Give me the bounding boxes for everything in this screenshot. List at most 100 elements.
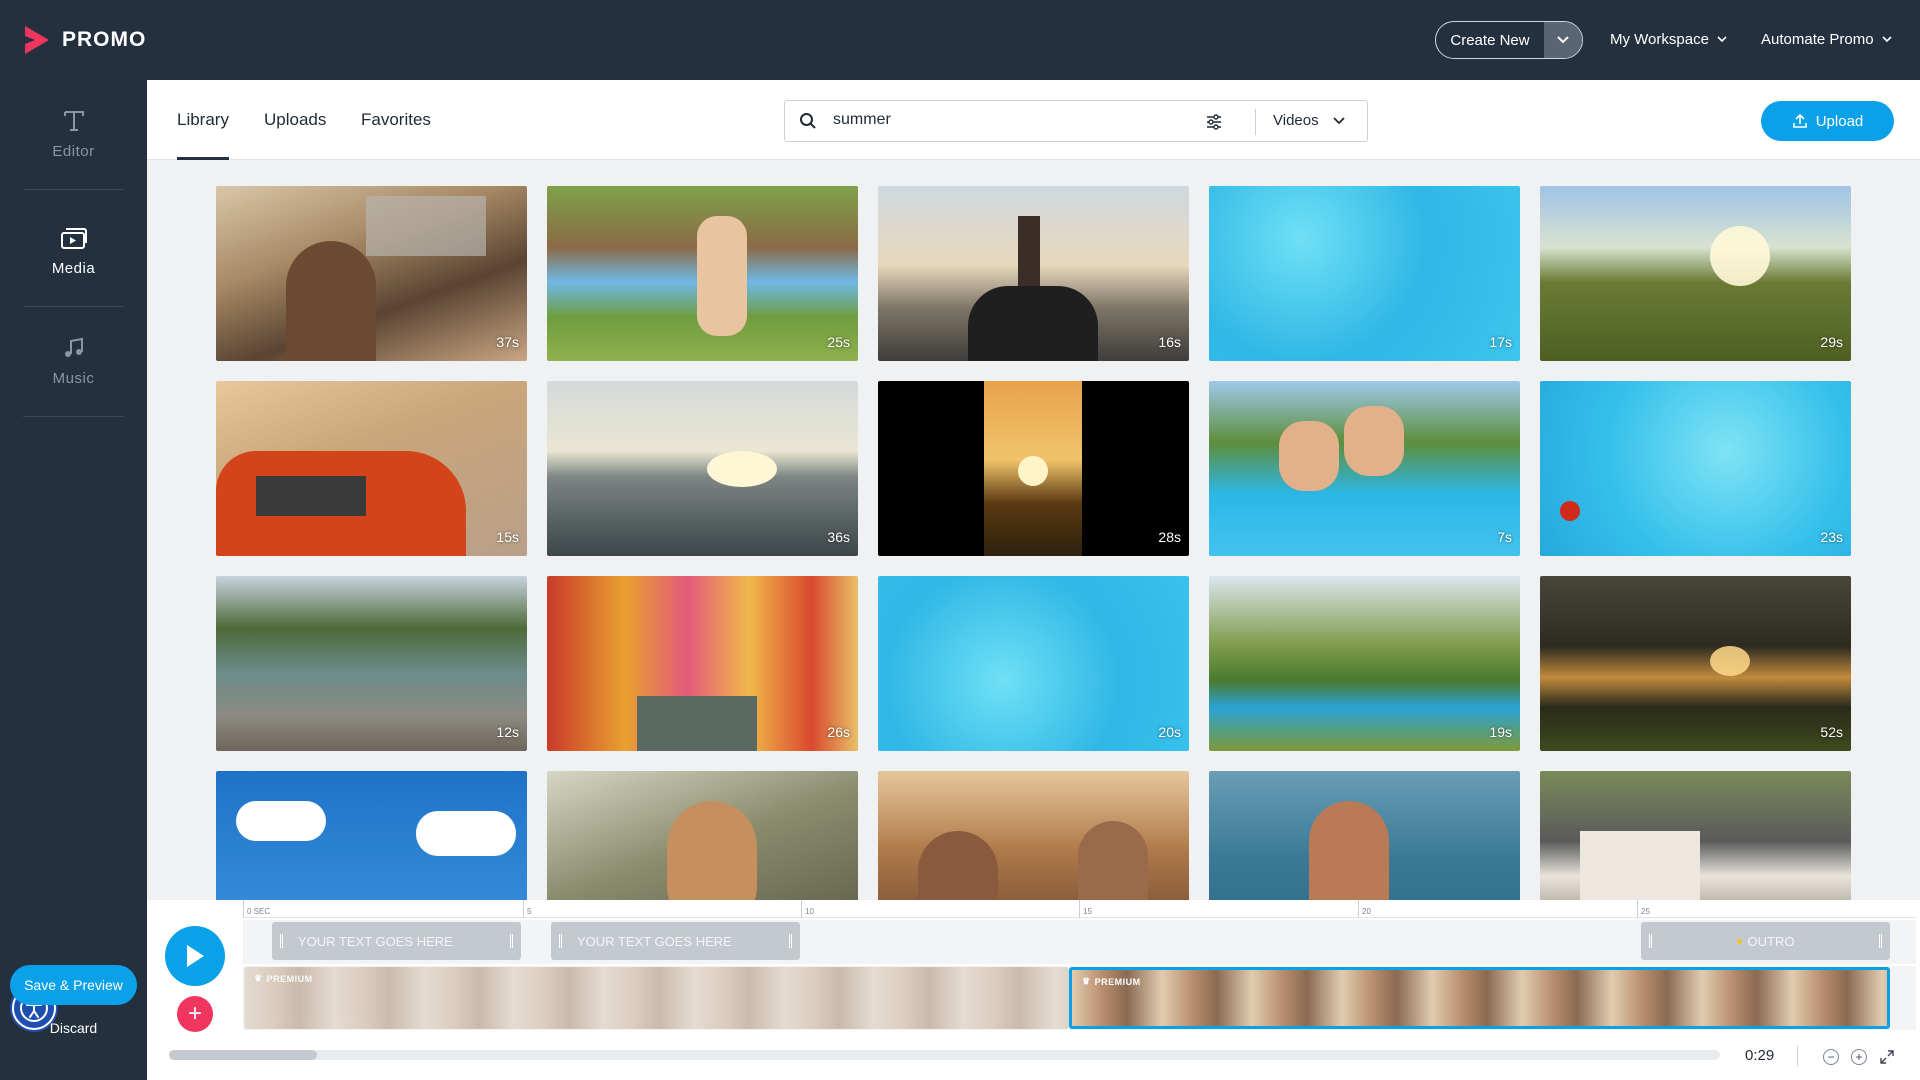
media-tile[interactable]: 26s bbox=[547, 576, 858, 751]
media-tile[interactable]: 16s bbox=[878, 186, 1189, 361]
media-type-select[interactable]: Videos bbox=[1273, 112, 1345, 129]
media-type-label: Videos bbox=[1273, 112, 1319, 129]
zoom-out-button[interactable]: − bbox=[1823, 1049, 1839, 1065]
media-tile[interactable]: 12s bbox=[216, 576, 527, 751]
filter-sliders-icon[interactable] bbox=[1205, 113, 1223, 131]
sidebar-item-label: Editor bbox=[52, 143, 95, 160]
tick-label: 0 SEC bbox=[243, 900, 270, 918]
video-clip-selected[interactable]: ♛ PREMIUM bbox=[1069, 967, 1890, 1029]
timeline-scrollbar[interactable] bbox=[169, 1050, 1720, 1060]
duration-label: 26s bbox=[827, 724, 850, 740]
tab-favorites[interactable]: Favorites bbox=[361, 80, 431, 160]
sidebar-item-music[interactable]: Music bbox=[23, 307, 124, 417]
sidebar-item-label: Media bbox=[51, 260, 96, 277]
search-divider bbox=[1255, 109, 1256, 135]
add-clip-button[interactable]: + bbox=[177, 996, 213, 1032]
media-tile[interactable]: 23s bbox=[1540, 381, 1851, 556]
drag-handle[interactable] bbox=[280, 934, 283, 948]
minus-icon: − bbox=[1827, 1050, 1835, 1064]
media-tile[interactable]: 15s bbox=[216, 381, 527, 556]
save-preview-button[interactable]: Save & Preview bbox=[10, 965, 137, 1005]
upload-button[interactable]: Upload bbox=[1761, 101, 1894, 141]
divider bbox=[1797, 1046, 1798, 1066]
my-workspace-label: My Workspace bbox=[1610, 31, 1709, 48]
tab-uploads[interactable]: Uploads bbox=[264, 80, 326, 160]
chevron-down-icon bbox=[1332, 116, 1345, 124]
drag-handle[interactable] bbox=[789, 934, 792, 948]
duration-label: 7s bbox=[1497, 529, 1512, 545]
sidebar-item-label: Music bbox=[52, 370, 95, 387]
expand-button[interactable] bbox=[1879, 1049, 1895, 1070]
top-bar: PROMO Create New My Workspace Automate P… bbox=[0, 0, 1920, 80]
promo-logo[interactable]: PROMO bbox=[22, 24, 146, 56]
tick-label: 20 bbox=[1358, 900, 1371, 918]
text-clip[interactable]: YOUR TEXT GOES HERE bbox=[272, 922, 521, 960]
duration-label: 25s bbox=[827, 334, 850, 350]
sidebar-item-media[interactable]: Media bbox=[23, 197, 124, 307]
media-tile[interactable] bbox=[547, 771, 858, 900]
video-clip[interactable]: ♛ PREMIUM bbox=[244, 967, 1069, 1029]
plus-icon: + bbox=[187, 1000, 202, 1027]
media-tile[interactable]: 19s bbox=[1209, 576, 1520, 751]
play-icon bbox=[187, 945, 204, 967]
media-tile[interactable]: 36s bbox=[547, 381, 858, 556]
media-tile[interactable]: 52s bbox=[1540, 576, 1851, 751]
duration-label: 28s bbox=[1158, 529, 1181, 545]
duration-label: 23s bbox=[1820, 529, 1843, 545]
search-input[interactable] bbox=[833, 111, 1183, 129]
create-new-label: Create New bbox=[1450, 31, 1530, 49]
my-workspace-menu[interactable]: My Workspace bbox=[1610, 31, 1727, 48]
tick-label: 10 bbox=[801, 900, 814, 918]
tick-label: 15 bbox=[1079, 900, 1092, 918]
drag-handle[interactable] bbox=[1649, 934, 1652, 948]
zoom-in-button[interactable]: + bbox=[1851, 1049, 1867, 1065]
premium-badge: ♛ PREMIUM bbox=[1082, 976, 1141, 987]
media-tile[interactable]: 25s bbox=[547, 186, 858, 361]
media-tile[interactable] bbox=[1209, 771, 1520, 900]
search-icon bbox=[800, 113, 816, 129]
tab-library[interactable]: Library bbox=[177, 80, 229, 160]
media-tile[interactable]: 28s bbox=[878, 381, 1189, 556]
media-tile[interactable] bbox=[1540, 771, 1851, 900]
discard-link[interactable]: Discard bbox=[0, 1020, 147, 1036]
create-new-button[interactable]: Create New bbox=[1435, 21, 1583, 59]
drag-handle[interactable] bbox=[510, 934, 513, 948]
media-header: Library Uploads Favorites Videos Upload bbox=[147, 80, 1920, 160]
plus-icon: + bbox=[1855, 1050, 1863, 1064]
text-clip[interactable]: YOUR TEXT GOES HERE bbox=[551, 922, 800, 960]
media-tile[interactable]: 37s bbox=[216, 186, 527, 361]
search-bar: Videos bbox=[784, 100, 1368, 142]
media-icon bbox=[60, 228, 87, 249]
sidebar-item-editor[interactable]: Editor bbox=[23, 80, 124, 190]
tick-label: 25 bbox=[1637, 900, 1650, 918]
play-button[interactable] bbox=[165, 926, 225, 986]
duration-label: 17s bbox=[1489, 334, 1512, 350]
outro-clip[interactable]: OUTRO bbox=[1641, 922, 1890, 960]
automate-promo-menu[interactable]: Automate Promo bbox=[1761, 31, 1892, 48]
media-tile[interactable]: 17s bbox=[1209, 186, 1520, 361]
expand-icon bbox=[1880, 1050, 1894, 1064]
drag-handle[interactable] bbox=[559, 934, 562, 948]
duration-label: 20s bbox=[1158, 724, 1181, 740]
duration-label: 36s bbox=[827, 529, 850, 545]
drag-handle[interactable] bbox=[1879, 934, 1882, 948]
duration-label: 12s bbox=[496, 724, 519, 740]
media-grid: 37s 25s 16s 17s 29s 15s 36s 28s 7s 23s 1… bbox=[216, 186, 1852, 900]
upload-icon bbox=[1792, 113, 1807, 128]
media-tile[interactable]: 7s bbox=[1209, 381, 1520, 556]
duration-label: 37s bbox=[496, 334, 519, 350]
duration-label: 15s bbox=[496, 529, 519, 545]
media-tile[interactable] bbox=[878, 771, 1189, 900]
chevron-down-icon[interactable] bbox=[1544, 22, 1582, 58]
sidebar: Editor Media Music bbox=[0, 80, 147, 1080]
logo-text: PROMO bbox=[62, 28, 147, 51]
scrollbar-thumb[interactable] bbox=[169, 1050, 317, 1060]
duration-label: 16s bbox=[1158, 334, 1181, 350]
media-tile[interactable]: 29s bbox=[1540, 186, 1851, 361]
media-tile[interactable] bbox=[216, 771, 527, 900]
text-clip-label: YOUR TEXT GOES HERE bbox=[298, 933, 453, 949]
media-tile[interactable]: 20s bbox=[878, 576, 1189, 751]
chevron-down-icon bbox=[1881, 36, 1892, 43]
dot-icon bbox=[1736, 938, 1742, 944]
duration-label: 52s bbox=[1820, 724, 1843, 740]
